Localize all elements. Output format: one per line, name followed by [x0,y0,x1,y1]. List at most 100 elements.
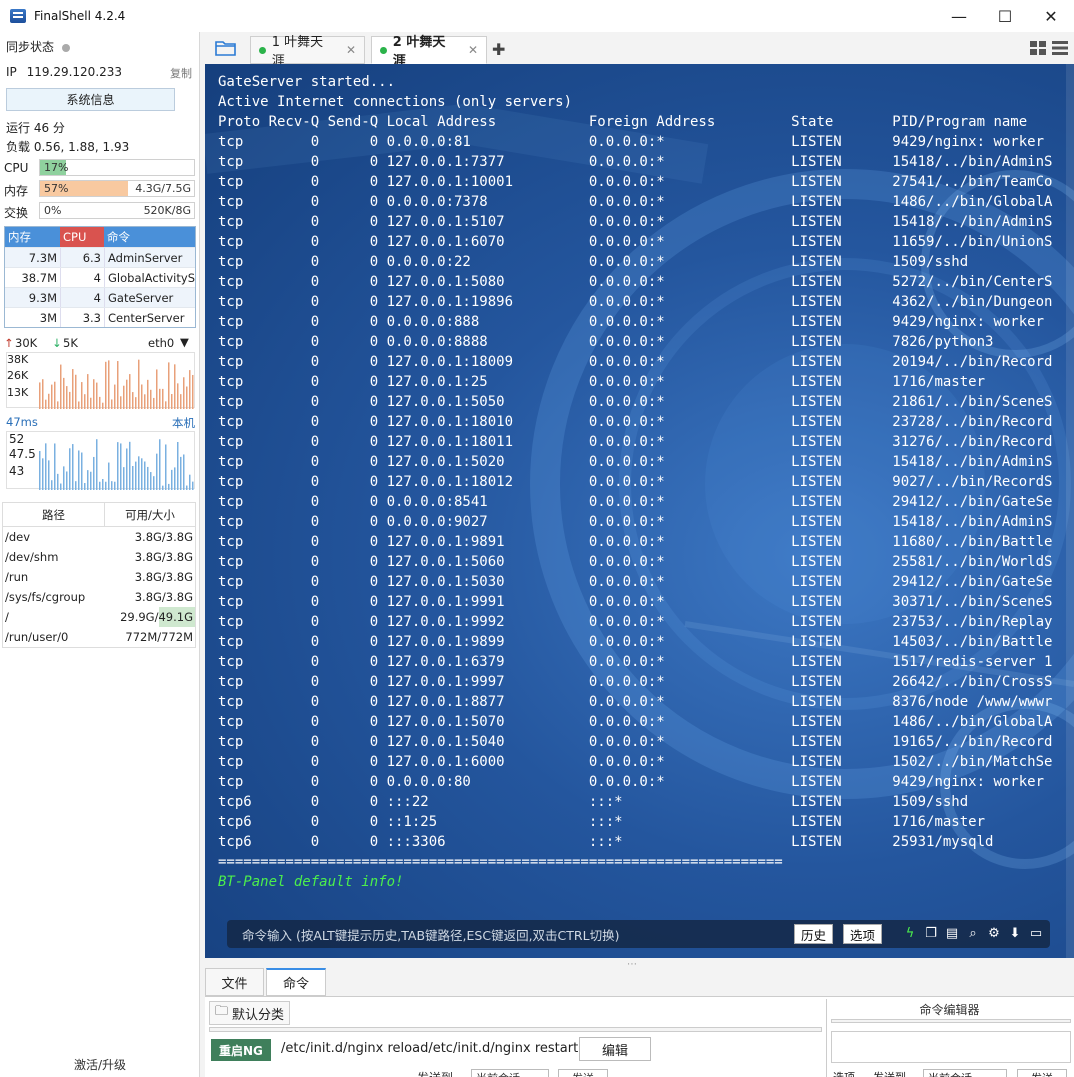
graph-bar [51,480,53,490]
table-row[interactable]: /sys/fs/cgroup 3.8G/3.8G [3,587,195,607]
tab-session-1[interactable]: 1 叶舞天涯 ✕ [250,35,365,69]
col-mem[interactable]: 内存 [5,227,60,247]
graph-bar [186,485,188,490]
list-layout-icon[interactable] [1052,41,1068,55]
add-tab-icon[interactable]: ✚ [492,40,505,59]
tab-files[interactable]: 文件 [205,968,264,996]
terminal-line: tcp 0 0 127.0.0.1:5060 0.0.0.0:* LISTEN … [218,554,1053,570]
editor-send-button[interactable]: 发送 [1017,1069,1067,1077]
graph-bar [39,382,41,409]
commands-panel: 🗀 默认分类 重启NG /etc/init.d/nginx reload/etc… [205,996,1074,1077]
table-row[interactable]: 38.7M 4 GlobalActivityS [5,267,195,287]
process-cmd: CenterServer [104,308,195,327]
table-row[interactable]: /run/user/0 772M/772M [3,627,195,647]
process-table-header: 内存 CPU 命令 [5,227,195,247]
editor-target-select[interactable]: 当前会话 [923,1069,1007,1077]
table-row[interactable]: /run 3.8G/3.8G [3,567,195,587]
copy-icon[interactable]: ❐ [923,925,939,941]
table-row[interactable]: / 29.9G/49.1G [3,607,195,627]
terminal-line: tcp6 0 0 ::1:25 :::* LISTEN 1716/master [218,814,986,830]
graph-bar [96,382,98,409]
terminal-line: tcp 0 0 127.0.0.1:5107 0.0.0.0:* LISTEN … [218,214,1053,230]
lightning-icon[interactable]: ϟ [902,925,918,941]
terminal-line: tcp 0 0 127.0.0.1:5030 0.0.0.0:* LISTEN … [218,574,1053,590]
graph-bar [114,384,116,409]
chevron-down-icon[interactable]: ▼ [180,335,189,349]
col-command[interactable]: 命令 [104,227,195,247]
system-info-button[interactable]: 系统信息 [6,88,175,111]
upload-rate: 30K [15,336,38,350]
command-input-bar[interactable]: 命令输入 (按ALT键提示历史,TAB键路径,ESC键返回,双击CTRL切换) … [227,920,1050,948]
terminal-line: tcp 0 0 127.0.0.1:19896 0.0.0.0:* LISTEN… [218,294,1053,310]
maximize-button[interactable]: ☐ [982,0,1028,32]
disk-table-header: 路径 可用/大小 [3,503,195,527]
window-icon[interactable]: ▭ [1028,925,1044,941]
graph-bar [72,369,74,409]
col-path[interactable]: 路径 [3,503,105,526]
tab-session-2[interactable]: 2 叶舞天涯 ✕ [371,35,487,69]
editor-options-button[interactable]: 选项 [833,1069,855,1077]
table-row[interactable]: 3M 3.3 CenterServer [5,307,195,327]
graph-bar [183,377,185,409]
tab-commands[interactable]: 命令 [266,968,326,996]
graph-bar [141,384,143,409]
history-button[interactable]: 历史 [794,924,834,944]
process-cmd: GlobalActivityS [104,268,195,287]
terminal-line: tcp 0 0 0.0.0.0:888 0.0.0.0:* LISTEN 942… [218,314,1045,330]
send-button[interactable]: 发送 [558,1069,608,1077]
graph-bar [66,471,68,490]
download-icon[interactable]: ⬇ [1007,925,1023,941]
options-button[interactable]: 选项 [843,924,883,944]
quick-command-tag[interactable]: 重启NG [211,1039,271,1061]
close-tab-icon[interactable]: ✕ [468,43,478,57]
command-input[interactable]: 命令输入 (按ALT键提示历史,TAB键路径,ESC键返回,双击CTRL切换) [242,925,619,944]
session-tab-bar: 1 叶舞天涯 ✕ 2 叶舞天涯 ✕ ✚ [205,34,1074,69]
process-table: 内存 CPU 命令 7.3M 6.3 AdminServer 38.7M 4 G… [4,226,196,328]
gear-icon[interactable]: ⚙ [986,925,1002,941]
terminal-line: ========================================… [218,854,783,870]
folder-icon[interactable] [215,40,237,56]
terminal-line: tcp 0 0 127.0.0.1:9899 0.0.0.0:* LISTEN … [218,634,1053,650]
close-tab-icon[interactable]: ✕ [346,43,356,57]
graph-bar [126,379,128,409]
copy-ip-button[interactable]: 复制 [170,65,192,81]
ping-y-label: 43 [9,464,25,478]
ping-host[interactable]: 本机 [172,415,195,431]
table-row[interactable]: /dev/shm 3.8G/3.8G [3,547,195,567]
table-row[interactable]: /dev 3.8G/3.8G [3,527,195,547]
graph-bar [45,399,47,409]
close-button[interactable]: ✕ [1028,0,1074,32]
table-row[interactable]: 9.3M 4 GateServer [5,287,195,307]
table-row[interactable]: 7.3M 6.3 AdminServer [5,247,195,267]
terminal[interactable]: GateServer started... Active Internet con… [205,64,1074,958]
graph-bar [105,361,107,409]
swap-meter: 0% 520K/8G [39,202,195,219]
search-icon[interactable]: ⌕ [965,925,981,941]
swap-label: 交换 [4,206,29,220]
graph-bar [81,452,83,490]
ping-graph: 52 47.5 43 [6,431,195,490]
grid-layout-icon[interactable] [1030,41,1046,55]
category-default[interactable]: 🗀 默认分类 [209,1001,291,1025]
paste-icon[interactable]: ▤ [944,925,960,941]
horizontal-scrollbar[interactable] [209,1027,822,1032]
graph-bar [147,466,149,490]
col-cpu[interactable]: CPU [60,227,104,247]
edit-button[interactable]: 编辑 [579,1037,651,1061]
terminal-line: tcp 0 0 127.0.0.1:18010 0.0.0.0:* LISTEN… [218,414,1053,430]
col-size[interactable]: 可用/大小 [105,503,195,526]
minimize-button[interactable]: — [936,0,982,32]
graph-bar [57,401,59,409]
swap-value: 0% [44,204,62,217]
terminal-scrollbar[interactable] [1066,64,1074,958]
editor-scrollbar[interactable] [831,1019,1071,1023]
graph-bar [192,481,194,490]
target-session-select[interactable]: 当前会话 [471,1069,549,1077]
terminal-line: tcp 0 0 127.0.0.1:6000 0.0.0.0:* LISTEN … [218,754,1053,770]
activate-upgrade-link[interactable]: 激活/升级 [0,1056,200,1073]
interface-select[interactable]: eth0 [148,336,174,350]
command-editor-textarea[interactable] [831,1031,1071,1063]
disk-size: 29.9G/49.1G [105,607,195,627]
terminal-line: tcp 0 0 127.0.0.1:9891 0.0.0.0:* LISTEN … [218,534,1053,550]
graph-bar [60,364,62,409]
